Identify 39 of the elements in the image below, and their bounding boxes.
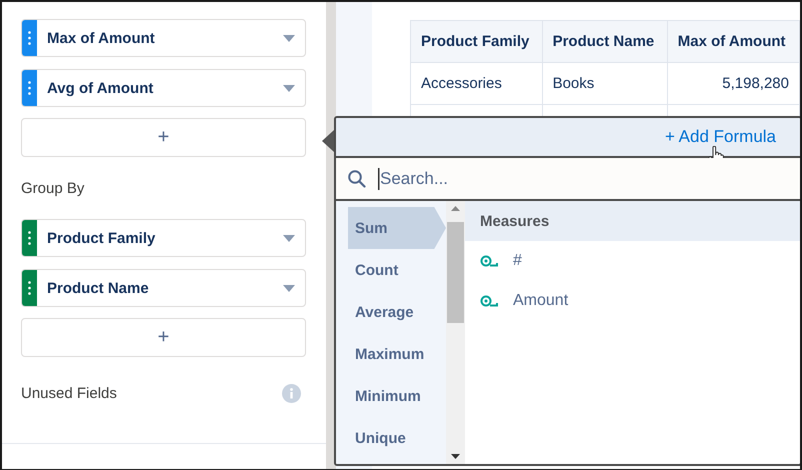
field-pill[interactable]: Avg of Amount [21, 69, 306, 107]
drag-handle-icon [28, 281, 31, 295]
drag-handle-icon [28, 31, 31, 45]
function-item[interactable]: Minimum [348, 375, 446, 417]
add-group-button[interactable]: + [21, 318, 306, 357]
field-item[interactable]: Amount [513, 292, 568, 310]
dropdown-caret-icon[interactable] [283, 284, 295, 292]
function-item[interactable]: Sum [348, 207, 446, 249]
measure-icon [480, 255, 498, 267]
field-pill[interactable]: Max of Amount [21, 19, 306, 57]
table-cell: Accessories [410, 62, 542, 104]
measure-icon [480, 295, 498, 307]
search-field[interactable]: Search... [336, 158, 800, 199]
function-item[interactable]: Count [348, 249, 446, 291]
drag-handle-icon [28, 231, 31, 245]
section-label: Unused Fields [21, 385, 117, 402]
dropdown-caret-icon[interactable] [283, 34, 295, 42]
scroll-up-arrow-icon[interactable] [451, 206, 460, 211]
table-cell: 5,198,280 [667, 62, 800, 104]
column-header: Max of Amount [667, 20, 800, 62]
info-icon[interactable] [282, 384, 301, 403]
scroll-down-arrow-icon[interactable] [451, 454, 460, 459]
section-label: Group By [21, 180, 86, 197]
drag-handle-icon [28, 81, 31, 95]
add-measure-button[interactable]: + [21, 118, 306, 157]
function-item[interactable]: Average [348, 291, 446, 333]
function-item[interactable]: Maximum [348, 333, 446, 375]
column-header: Product Family [410, 20, 542, 62]
field-item[interactable]: # [513, 252, 522, 270]
add-formula-link[interactable]: + Add Formula [664, 127, 776, 147]
scrollbar[interactable] [446, 201, 465, 464]
dropdown-caret-icon[interactable] [283, 234, 295, 242]
table-cell: Books [542, 62, 668, 104]
field-pill[interactable]: Product Name [21, 269, 306, 307]
function-item[interactable]: Unique [348, 417, 446, 459]
dropdown-caret-icon[interactable] [283, 84, 295, 92]
section-header: Measures [465, 201, 800, 241]
column-header: Product Name [542, 20, 668, 62]
field-pill[interactable]: Product Family [21, 219, 306, 257]
